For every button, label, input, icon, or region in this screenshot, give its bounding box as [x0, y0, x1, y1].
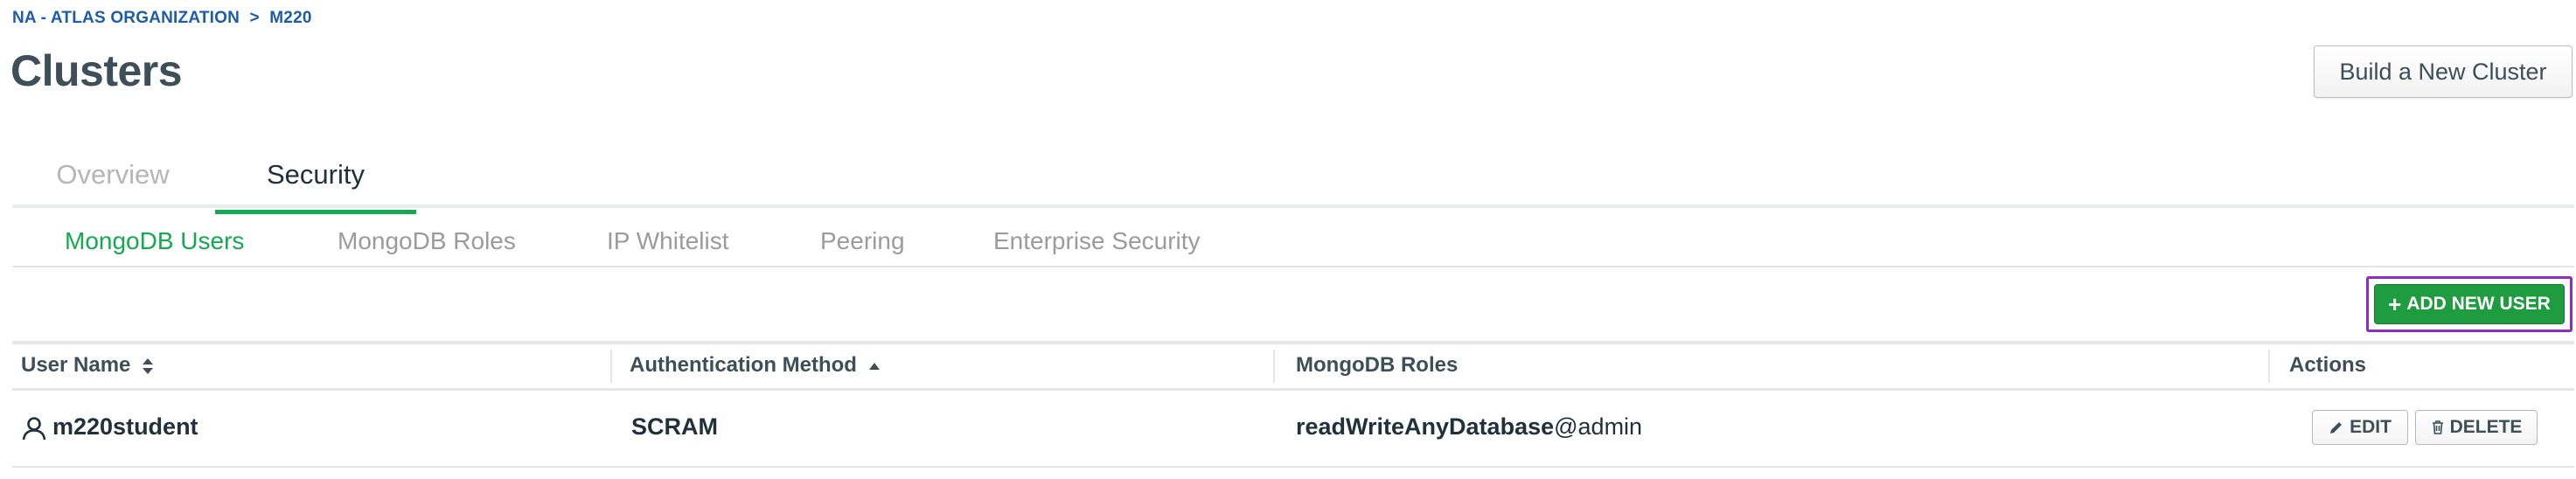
add-new-user-label: ADD NEW USER — [2406, 294, 2551, 314]
auth-method-cell: SCRAM — [631, 413, 718, 441]
edit-user-button[interactable]: EDIT — [2312, 410, 2408, 445]
subtab-mongodb-roles[interactable]: MongoDB Roles — [338, 227, 516, 255]
delete-user-button[interactable]: DELETE — [2415, 410, 2538, 445]
header-auth-method-label: Authentication Method — [630, 353, 857, 377]
breadcrumb: NA - ATLAS ORGANIZATION > M220 — [12, 9, 317, 28]
column-divider — [2268, 350, 2270, 383]
sort-both-icon — [143, 358, 154, 374]
add-new-user-button[interactable]: + ADD NEW USER — [2374, 284, 2565, 324]
security-sub-tabs: MongoDB Users MongoDB Roles IP Whitelist… — [12, 222, 2574, 267]
breadcrumb-separator: > — [249, 9, 260, 27]
page-title: Clusters — [10, 46, 183, 95]
header-user-name[interactable]: User Name — [21, 353, 154, 378]
subtab-peering[interactable]: Peering — [820, 227, 905, 255]
subtab-ip-whitelist[interactable]: IP Whitelist — [607, 227, 729, 255]
pencil-icon — [2330, 422, 2343, 434]
column-divider — [1273, 350, 1275, 383]
tab-security[interactable]: Security — [215, 154, 416, 214]
delete-label: DELETE — [2449, 417, 2523, 437]
role-name: readWriteAnyDatabase — [1296, 413, 1555, 440]
add-user-highlight: + ADD NEW USER — [2366, 276, 2573, 332]
sort-ascending-icon — [868, 362, 880, 370]
header-user-name-label: User Name — [21, 353, 131, 377]
trash-icon — [2432, 420, 2443, 434]
breadcrumb-project-link[interactable]: M220 — [269, 9, 311, 27]
role-database: @admin — [1554, 413, 1643, 440]
table-header: User Name Authentication Method MongoDB … — [12, 344, 2574, 391]
header-mongodb-roles[interactable]: MongoDB Roles — [1296, 353, 1458, 378]
column-divider — [610, 350, 612, 383]
user-name: m220student — [52, 413, 198, 440]
edit-label: EDIT — [2350, 417, 2392, 437]
subtab-enterprise-security[interactable]: Enterprise Security — [993, 227, 1201, 255]
table-row: m220student SCRAM readWriteAnyDatabase@a… — [12, 391, 2574, 468]
auth-method-value: SCRAM — [631, 413, 718, 440]
breadcrumb-org-link[interactable]: NA - ATLAS ORGANIZATION — [12, 9, 240, 27]
roles-cell: readWriteAnyDatabase@admin — [1296, 413, 1642, 441]
main-tabs: Overview Security — [12, 149, 2574, 214]
tab-overview[interactable]: Overview — [12, 154, 213, 210]
build-new-cluster-button[interactable]: Build a New Cluster — [2314, 45, 2573, 98]
subtab-mongodb-users[interactable]: MongoDB Users — [65, 227, 244, 255]
plus-icon: + — [2388, 290, 2402, 317]
header-actions: Actions — [2289, 353, 2367, 377]
header-auth-method[interactable]: Authentication Method — [630, 353, 881, 378]
user-icon — [22, 417, 46, 441]
user-name-cell: m220student — [21, 413, 198, 441]
